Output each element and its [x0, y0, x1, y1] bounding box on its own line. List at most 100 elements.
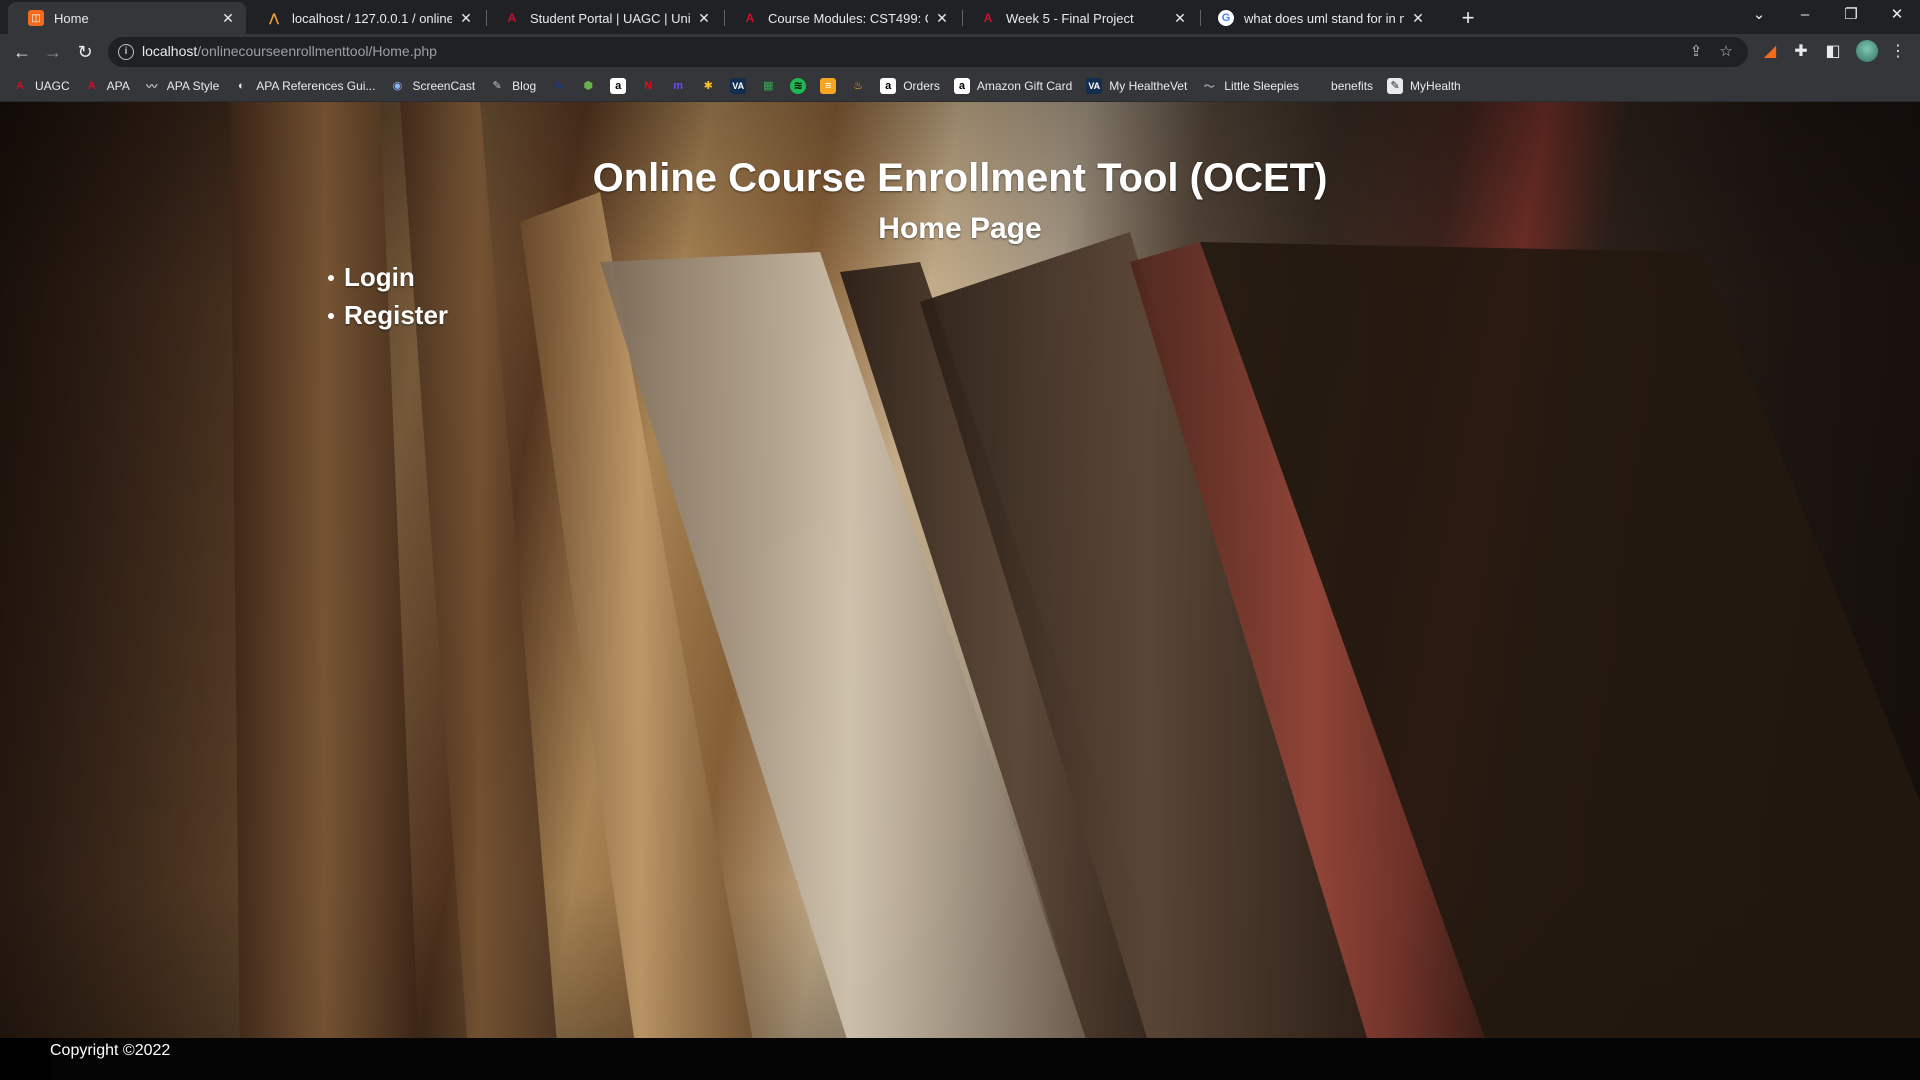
nav-item-login: Login: [328, 258, 448, 296]
bookmark-orders[interactable]: a Orders: [880, 77, 940, 94]
amazon-icon: a: [610, 77, 627, 94]
forward-button[interactable]: →: [39, 38, 67, 66]
va-icon: VA: [730, 77, 747, 94]
close-icon[interactable]: ✕: [220, 10, 236, 27]
tab-google-search[interactable]: G what does uml stand for in mode ✕: [1198, 2, 1436, 34]
close-icon[interactable]: ✕: [1410, 10, 1426, 27]
reload-button[interactable]: ↻: [71, 38, 99, 66]
bookmark-blog[interactable]: ✎ Blog: [489, 78, 537, 94]
background-books-image: [0, 102, 1920, 1080]
bookmark-walmart[interactable]: ✱: [700, 78, 716, 94]
uagc-icon: A: [87, 79, 96, 92]
screencast-icon: ◉: [392, 80, 403, 92]
url-text[interactable]: localhost/onlinecourseenrollmenttool/Hom…: [142, 43, 437, 59]
tab-title: what does uml stand for in mode: [1244, 10, 1404, 26]
little-sleepies-icon: ～: [1203, 80, 1215, 93]
register-link[interactable]: Register: [344, 300, 448, 331]
bookmark-va[interactable]: VA: [730, 77, 747, 94]
close-icon[interactable]: ✕: [458, 10, 474, 27]
tab-title: Student Portal | UAGC | University: [530, 10, 690, 26]
tab-title: Week 5 - Final Project: [1006, 10, 1134, 26]
bookmarks-bar: A UAGC A APA 〰 APA Style ◐ APA References Gu…: [0, 70, 1920, 102]
page-footer: Copyright ©2022: [0, 1038, 1920, 1080]
orange-box-icon: ≡: [820, 77, 837, 94]
shield-icon: ⬢: [583, 80, 593, 92]
avatar[interactable]: [1856, 40, 1878, 62]
bullet-icon: [328, 313, 334, 319]
bookmark-calendar[interactable]: ▦: [760, 78, 776, 94]
bookmark-amazon-gift-card[interactable]: a Amazon Gift Card: [953, 77, 1072, 94]
browser-toolbar: ← → ↻ i localhost/onlinecourseenrollment…: [0, 34, 1920, 70]
restore-button[interactable]: ❐: [1828, 0, 1874, 32]
bookmark-uagc[interactable]: A UAGC: [12, 78, 70, 94]
references-icon: ◐: [237, 79, 245, 92]
tab-phpmyadmin[interactable]: ⋀ localhost / 127.0.0.1 / onlinecour ✕: [246, 2, 484, 34]
puzzle-icon[interactable]: ✚: [1789, 40, 1813, 64]
tab-title: localhost / 127.0.0.1 / onlinecour: [292, 10, 452, 26]
bookmark-myhealth[interactable]: ✎ MyHealth: [1387, 77, 1461, 94]
blog-icon: ✎: [492, 80, 502, 92]
nav-item-register: Register: [328, 296, 448, 334]
address-bar[interactable]: i localhost/onlinecourseenrollmenttool/H…: [108, 37, 1748, 67]
tab-title: Home: [54, 10, 89, 26]
bookmark-apa-references[interactable]: ◐ APA References Gui...: [233, 78, 376, 94]
bookmark-a-icon: A: [554, 79, 563, 92]
bookmark-apa-style[interactable]: 〰 APA Style: [144, 78, 219, 94]
bookmark-orange[interactable]: ≡: [820, 77, 837, 94]
back-button[interactable]: ←: [8, 38, 36, 66]
nav-list: Login Register: [328, 258, 448, 334]
uagc-icon: A: [983, 11, 993, 25]
flame-icon: ♨: [853, 80, 864, 92]
close-icon[interactable]: ✕: [934, 10, 950, 27]
bookmark-flame[interactable]: ♨: [850, 78, 866, 94]
bookmark-apa[interactable]: A APA: [84, 78, 130, 94]
close-window-button[interactable]: ✕: [1874, 0, 1920, 32]
bookmark-screencast[interactable]: ◉ ScreenCast: [389, 78, 476, 94]
new-tab-button[interactable]: +: [1454, 4, 1482, 32]
phpmyadmin-icon: ⋀: [268, 11, 280, 25]
bookmark-netflix[interactable]: N: [640, 78, 656, 94]
amazon-icon: a: [880, 77, 897, 94]
bookmark-amazon[interactable]: a: [610, 77, 627, 94]
apa-style-icon: 〰: [146, 80, 158, 93]
share-icon[interactable]: ⇪: [1686, 42, 1706, 62]
bookmark-shield[interactable]: ⬢: [580, 78, 596, 94]
amazon-icon: a: [953, 77, 970, 94]
tab-student-portal[interactable]: A Student Portal | UAGC | University ✕: [484, 2, 722, 34]
walmart-icon: ✱: [703, 80, 713, 92]
login-link[interactable]: Login: [344, 262, 415, 293]
copyright-text: Copyright ©2022: [50, 1042, 171, 1059]
close-icon[interactable]: ✕: [696, 10, 712, 27]
netflix-icon: N: [644, 79, 653, 92]
minimize-button[interactable]: –: [1782, 0, 1828, 32]
bookmark-a[interactable]: A: [550, 78, 566, 94]
web-page: Online Course Enrollment Tool (OCET) Hom…: [0, 102, 1920, 1080]
page-title: Online Course Enrollment Tool (OCET): [592, 156, 1328, 200]
books-illustration: [230, 102, 1920, 1080]
bullet-icon: [328, 275, 334, 281]
side-panel-icon[interactable]: ◧: [1821, 40, 1845, 64]
bookmark-my-healthevet[interactable]: VA My HealtheVet: [1086, 77, 1187, 94]
uagc-icon: A: [507, 11, 517, 25]
bookmark-m[interactable]: m: [670, 78, 686, 94]
tab-search-button[interactable]: ⌄: [1736, 0, 1782, 32]
bookmark-spotify[interactable]: ≋: [790, 77, 807, 94]
tab-course-modules[interactable]: A Course Modules: CST499: Capsto ✕: [722, 2, 960, 34]
close-icon[interactable]: ✕: [1172, 10, 1188, 27]
browser-chrome: ◫ Home ✕ ⋀ localhost / 127.0.0.1 / onlin…: [0, 0, 1920, 102]
extension-icon[interactable]: ◢: [1758, 40, 1782, 64]
uagc-icon: A: [745, 11, 755, 25]
bookmark-benefits[interactable]: benefits: [1331, 79, 1373, 93]
spotify-icon: ≋: [790, 77, 807, 94]
tab-final-project[interactable]: A Week 5 - Final Project ✕: [960, 2, 1198, 34]
google-icon: G: [1218, 10, 1234, 26]
info-icon[interactable]: i: [118, 44, 134, 60]
bookmark-little-sleepies[interactable]: ～ Little Sleepies: [1201, 78, 1299, 94]
calendar-icon: ▦: [762, 80, 774, 92]
va-icon: VA: [1086, 77, 1103, 94]
star-icon[interactable]: ☆: [1716, 42, 1736, 62]
url-path: /onlinecourseenrollmenttool/Home.php: [197, 43, 437, 59]
tab-home[interactable]: ◫ Home ✕: [8, 2, 246, 34]
tab-strip: ◫ Home ✕ ⋀ localhost / 127.0.0.1 / onlin…: [0, 0, 1920, 34]
menu-icon[interactable]: ⋮: [1886, 40, 1910, 64]
